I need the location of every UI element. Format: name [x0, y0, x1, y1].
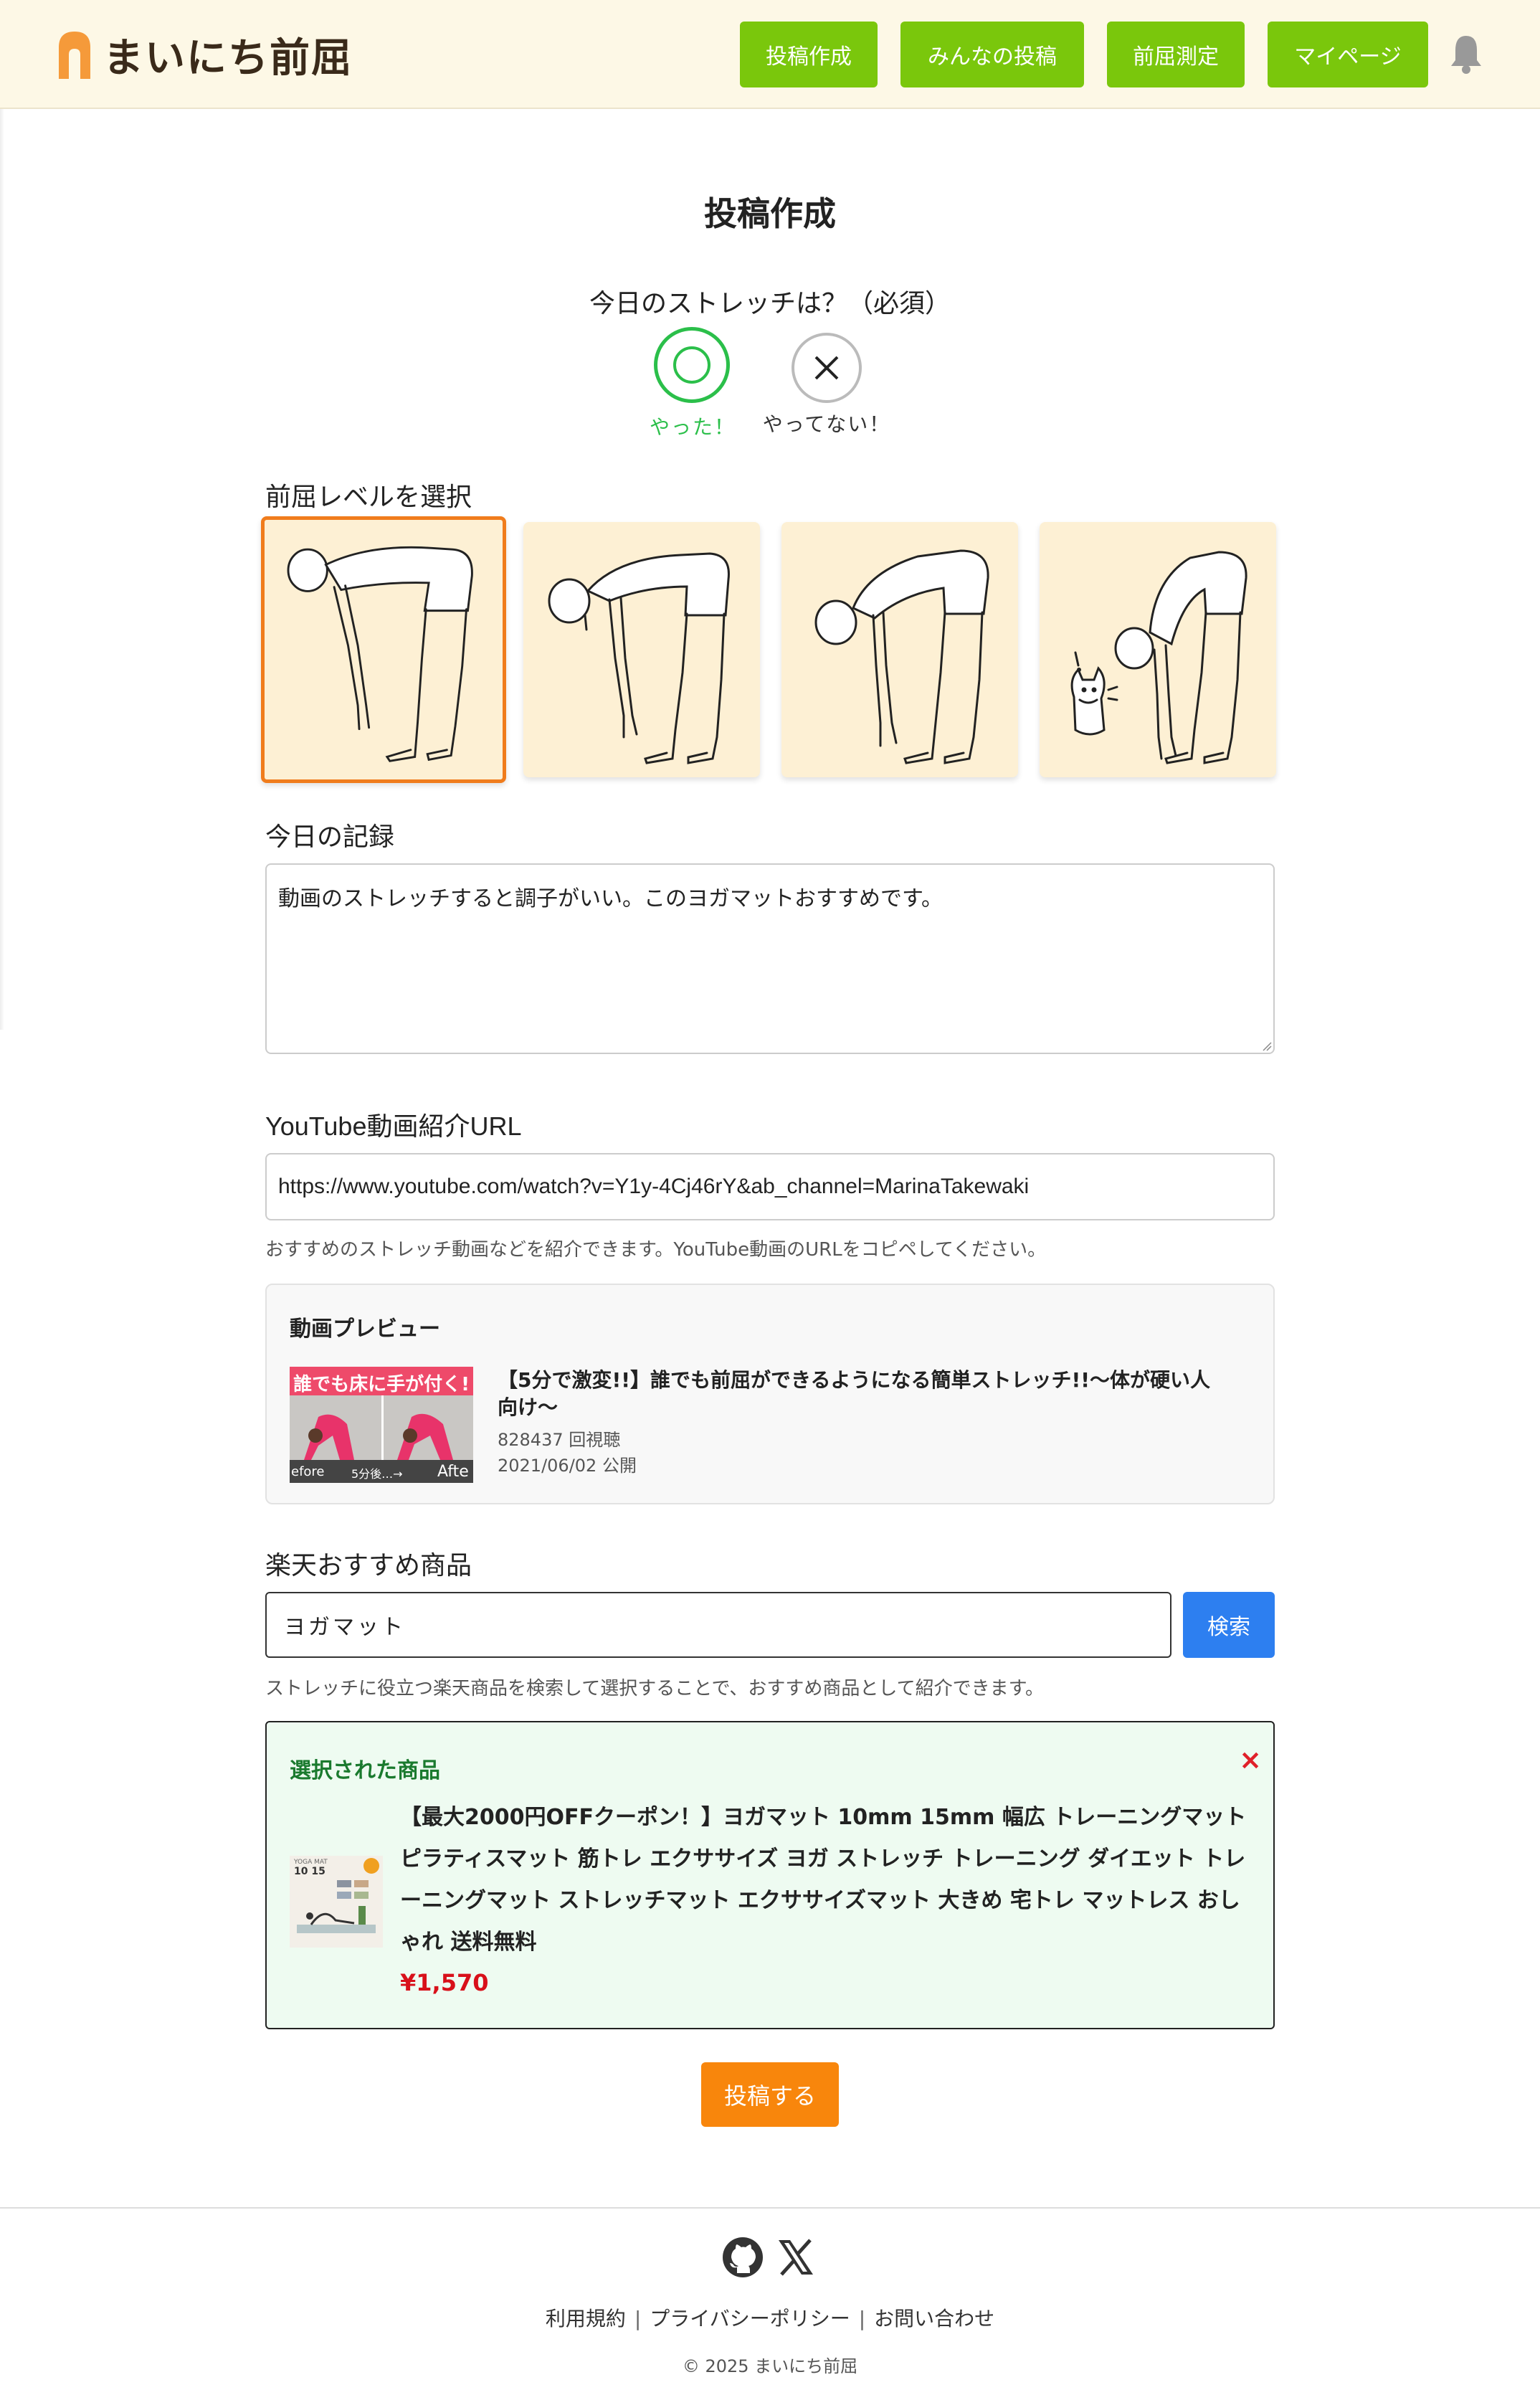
page-edge [0, 109, 4, 1030]
footer-divider [0, 2207, 1540, 2209]
rakuten-label: 楽天おすすめ商品 [265, 1551, 472, 1580]
product-img-sizes: 10 15 [294, 1866, 325, 1877]
logo-text: まいにち前屈 [103, 34, 353, 82]
circle-icon [673, 346, 710, 384]
remove-product-button[interactable]: × [1237, 1744, 1263, 1775]
cross-icon [814, 356, 839, 380]
thumb-mid: 5分後…→ [351, 1467, 403, 1481]
video-views: 828437 回視聴 [498, 1430, 621, 1450]
forward-bend-illustration [814, 549, 989, 764]
thumb-after: Afte [437, 1463, 469, 1481]
record-textarea[interactable]: 動画のストレッチすると調子がいい。このヨガマットおすすめです。 [265, 863, 1275, 1054]
resize-handle-icon[interactable] [1262, 1041, 1272, 1051]
submit-post-button[interactable]: 投稿する [701, 2062, 839, 2127]
choice-no-label: やってない！ [762, 412, 891, 436]
level-card-2[interactable] [523, 522, 760, 777]
footer-links: 利用規約 | プライバシーポリシー | お問い合わせ [0, 2303, 1540, 2332]
video-title[interactable]: 【5分で激変!!】誰でも前屈ができるようになる簡単ストレッチ!!〜体が硬い人向け… [498, 1367, 1229, 1421]
selected-title: 選択された商品 [290, 1758, 440, 1783]
level-card-4[interactable] [1040, 522, 1276, 777]
choice-yes-button[interactable] [654, 327, 730, 403]
video-date: 2021/06/02 公開 [498, 1456, 637, 1476]
privacy-link[interactable]: プライバシーポリシー [650, 2307, 850, 2330]
youtube-help: おすすめのストレッチ動画などを紹介できます。YouTube動画のURLをコピペし… [265, 1239, 1047, 1261]
forward-bend-illustration [1070, 551, 1247, 764]
github-icon[interactable] [721, 2236, 764, 2279]
product-search-input[interactable]: ヨガマット [265, 1592, 1171, 1658]
selected-product-panel: 選択された商品 × YOGA MAT 10 15 【最大2000円OFFクーポン… [265, 1721, 1275, 2029]
video-thumbnail[interactable]: 誰でも床に手が付く! efore 5分後…→ Afte [290, 1367, 473, 1483]
site-header: まいにち前屈 投稿作成 みんなの投稿 前屈測定 マイページ [0, 0, 1540, 109]
logo[interactable]: まいにち前屈 [57, 29, 353, 82]
separator: | [634, 2307, 642, 2330]
product-image[interactable]: YOGA MAT 10 15 [290, 1856, 383, 1948]
level-card-1[interactable] [261, 516, 506, 783]
rakuten-help: ストレッチに役立つ楽天商品を検索して選択することで、おすすめ商品として紹介できま… [265, 1678, 1045, 1699]
nav-mypage[interactable]: マイページ [1268, 22, 1428, 87]
record-label: 今日の記録 [265, 822, 395, 852]
choice-yes-label: やった！ [649, 415, 736, 439]
bell-icon[interactable] [1448, 33, 1484, 75]
separator: | [858, 2307, 866, 2330]
video-preview: 動画プレビュー 誰でも床に手が付く! efore 5分後…→ Afte 【5分で… [265, 1284, 1275, 1504]
terms-link[interactable]: 利用規約 [546, 2307, 626, 2330]
nav-create-post[interactable]: 投稿作成 [740, 22, 878, 87]
product-name[interactable]: 【最大2000円OFFクーポン！】ヨガマット 10mm 15mm 幅広 トレーニ… [400, 1797, 1253, 1963]
forward-bend-illustration [287, 546, 473, 762]
youtube-label: YouTube動画紹介URL [265, 1111, 522, 1141]
logo-icon [57, 30, 92, 79]
forward-bend-illustration [548, 552, 730, 764]
level-label: 前屈レベルを選択 [265, 483, 472, 512]
youtube-url-input[interactable]: https://www.youtube.com/watch?v=Y1y-4Cj4… [265, 1153, 1275, 1220]
x-icon[interactable] [774, 2236, 817, 2279]
preview-title: 動画プレビュー [290, 1317, 440, 1342]
nav-measure[interactable]: 前屈測定 [1107, 22, 1245, 87]
product-img-label: YOGA MAT [294, 1859, 328, 1866]
choice-no-button[interactable] [792, 333, 862, 403]
stretch-question: 今日のストレッチは？（必須） [589, 289, 951, 318]
search-button[interactable]: 検索 [1183, 1592, 1275, 1658]
level-card-3[interactable] [781, 522, 1018, 777]
nav-all-posts[interactable]: みんなの投稿 [900, 22, 1084, 87]
product-price: ¥1,570 [400, 1969, 489, 1996]
thumb-banner: 誰でも床に手が付く! [293, 1374, 470, 1395]
contact-link[interactable]: お問い合わせ [874, 2307, 994, 2330]
copyright: © 2025 まいにち前屈 [682, 2356, 858, 2376]
thumb-before: efore [291, 1464, 325, 1479]
page-title: 投稿作成 [704, 194, 836, 233]
